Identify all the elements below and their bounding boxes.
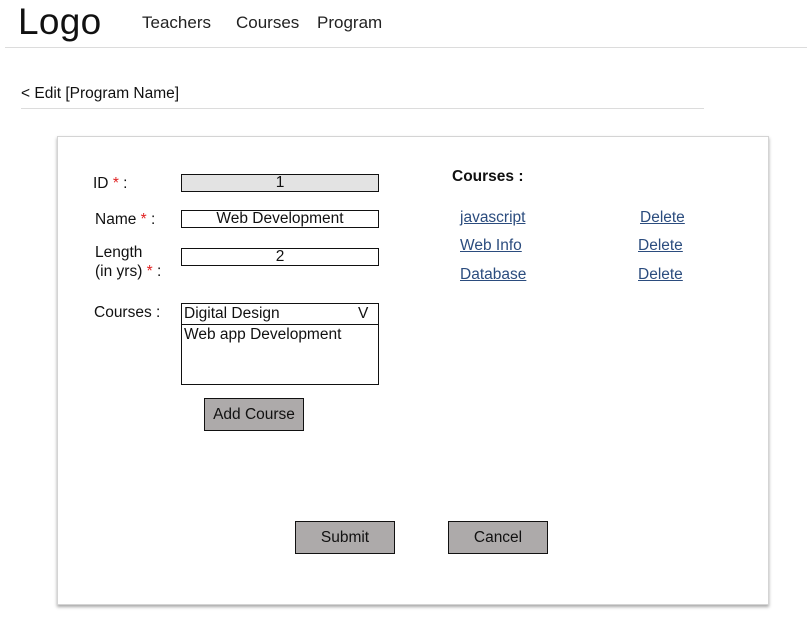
length-field[interactable] <box>181 248 379 266</box>
delete-course-javascript[interactable]: Delete <box>640 208 685 227</box>
course-link-web-info[interactable]: Web Info <box>460 236 522 255</box>
delete-course-web-info[interactable]: Delete <box>638 236 683 255</box>
breadcrumb-divider <box>21 108 704 109</box>
nav-program[interactable]: Program <box>317 13 382 33</box>
breadcrumb-back-link[interactable]: < Edit [Program Name] <box>21 85 179 103</box>
top-nav-bar: Logo Teachers Courses Program <box>0 0 807 47</box>
required-marker: * <box>146 263 153 280</box>
courses-select[interactable]: Digital Design V Web app Development <box>181 303 379 385</box>
name-field[interactable] <box>181 210 379 228</box>
nav-teachers[interactable]: Teachers <box>142 13 211 33</box>
required-marker: * <box>112 175 119 192</box>
courses-select-value: Digital Design <box>184 305 280 322</box>
length-label: Length (in yrs) * : <box>95 244 162 280</box>
add-course-button[interactable]: Add Course <box>204 398 304 431</box>
header-divider <box>5 47 807 48</box>
courses-select-label: Courses : <box>94 304 161 321</box>
id-field <box>181 174 379 192</box>
edit-program-form: ID * : Name * : Length (in yrs) * : Cour… <box>57 136 769 605</box>
submit-button[interactable]: Submit <box>295 521 395 554</box>
name-label: Name * : <box>95 211 156 228</box>
logo[interactable]: Logo <box>18 1 102 43</box>
required-marker: * <box>140 211 147 228</box>
courses-select-head[interactable]: Digital Design V <box>182 304 378 325</box>
course-link-javascript[interactable]: javascript <box>460 208 525 227</box>
delete-course-database[interactable]: Delete <box>638 265 683 284</box>
id-label: ID * : <box>93 175 128 192</box>
dropdown-caret-icon[interactable]: V <box>358 305 368 323</box>
nav-courses[interactable]: Courses <box>236 13 299 33</box>
cancel-button[interactable]: Cancel <box>448 521 548 554</box>
course-link-database[interactable]: Database <box>460 265 526 284</box>
assigned-courses-title: Courses : <box>452 168 524 185</box>
courses-select-option[interactable]: Web app Development <box>184 325 341 344</box>
